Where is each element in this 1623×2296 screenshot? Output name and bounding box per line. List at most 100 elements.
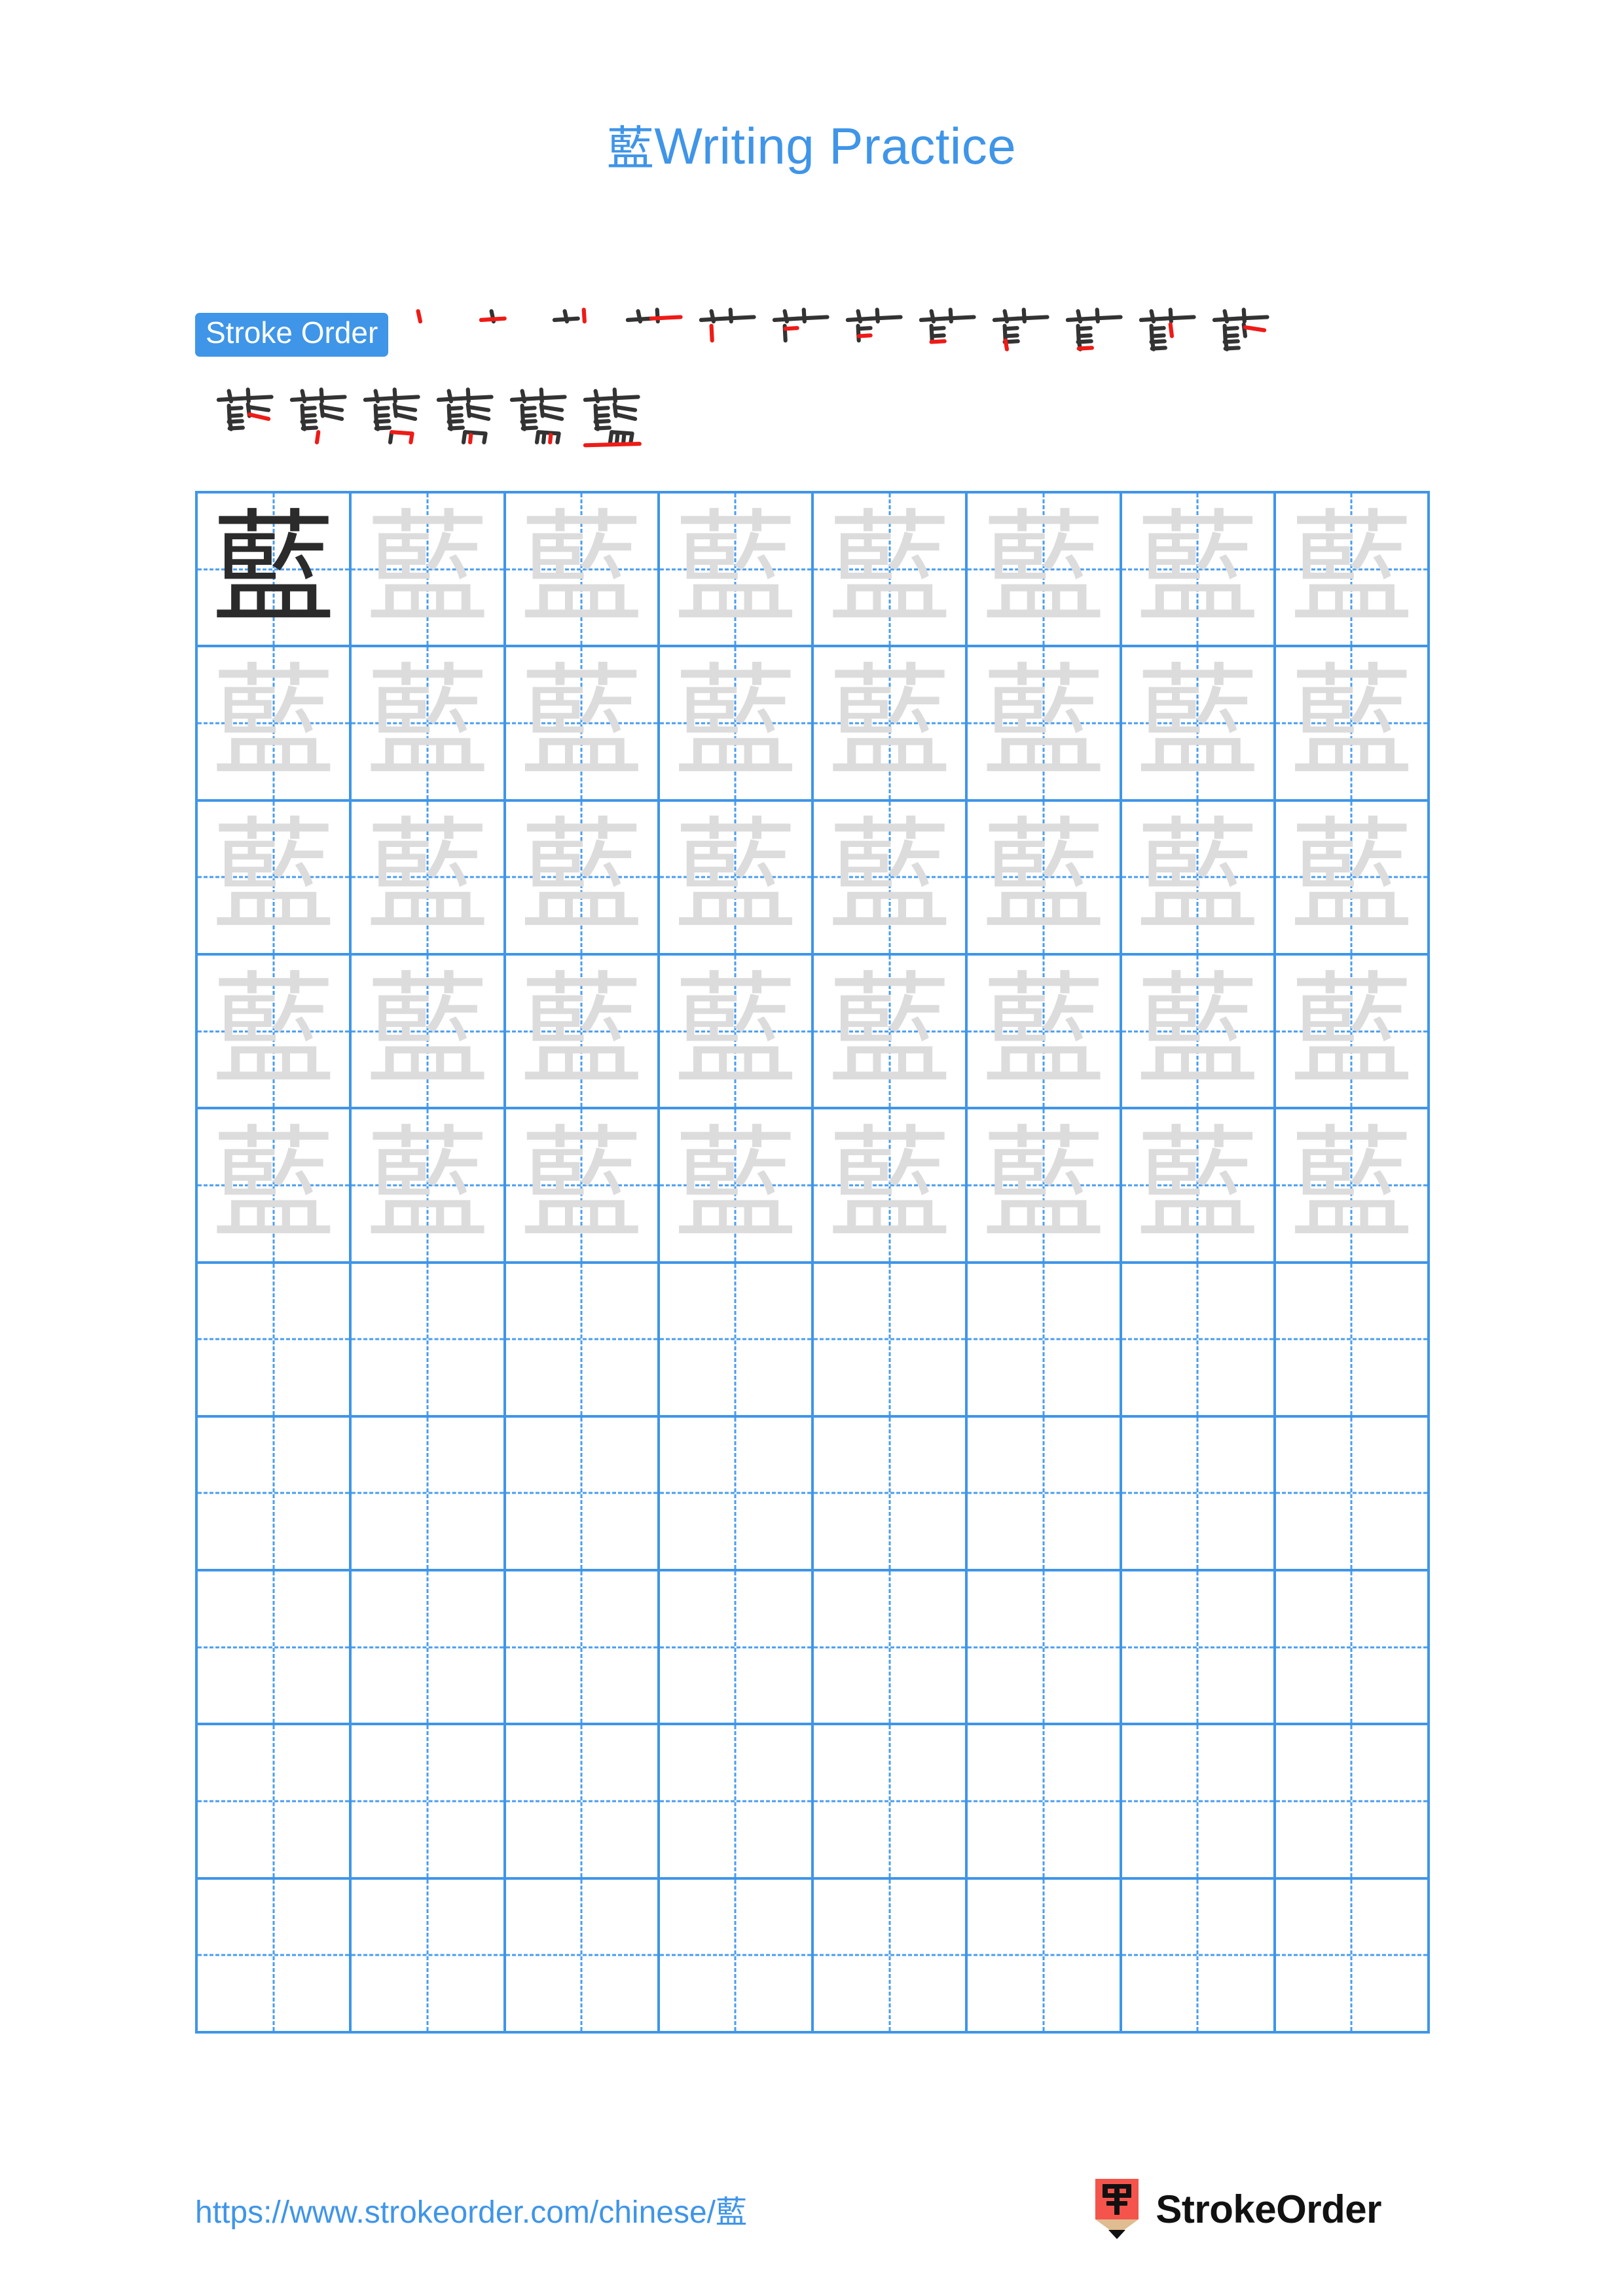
practice-cell-r6-c7[interactable] [1122, 1263, 1276, 1418]
practice-cell-r9-c2[interactable] [352, 1725, 506, 1880]
practice-cell-r2-c7[interactable]: 藍 [1122, 647, 1276, 802]
practice-cell-r10-c1[interactable] [198, 1879, 352, 2034]
practice-cell-r1-c7[interactable]: 藍 [1122, 493, 1276, 648]
practice-cell-r5-c4[interactable]: 藍 [659, 1109, 814, 1264]
trace-character: 藍 [1290, 651, 1413, 795]
practice-cell-r1-c5[interactable]: 藍 [814, 493, 968, 648]
practice-cell-r4-c2[interactable]: 藍 [352, 955, 506, 1110]
practice-cell-r9-c6[interactable] [968, 1725, 1122, 1880]
practice-cell-r9-c3[interactable] [505, 1725, 660, 1880]
practice-cell-r4-c1[interactable]: 藍 [198, 955, 352, 1110]
trace-character: 藍 [520, 1113, 644, 1257]
practice-cell-r8-c4[interactable] [659, 1571, 814, 1726]
trace-character: 藍 [520, 805, 644, 949]
trace-character: 藍 [365, 651, 489, 795]
practice-grid: 藍藍藍藍藍藍藍藍藍藍藍藍藍藍藍藍藍藍藍藍藍藍藍藍藍藍藍藍藍藍藍藍藍藍藍藍藍藍藍藍 [195, 491, 1430, 2034]
practice-cell-r4-c3[interactable]: 藍 [505, 955, 660, 1110]
practice-cell-r3-c5[interactable]: 藍 [814, 801, 968, 956]
trace-character: 藍 [828, 651, 951, 795]
practice-cell-r7-c7[interactable] [1122, 1417, 1276, 1572]
practice-cell-r8-c2[interactable] [352, 1571, 506, 1726]
practice-cell-r7-c5[interactable] [814, 1417, 968, 1572]
practice-cell-r3-c3[interactable]: 藍 [505, 801, 660, 956]
practice-cell-r6-c5[interactable] [814, 1263, 968, 1418]
trace-character: 藍 [211, 651, 335, 795]
practice-cell-r7-c6[interactable] [968, 1417, 1122, 1572]
practice-cell-r1-c4[interactable]: 藍 [659, 493, 814, 648]
practice-cell-r9-c5[interactable] [814, 1725, 968, 1880]
practice-cell-r2-c3[interactable]: 藍 [505, 647, 660, 802]
practice-cell-r3-c4[interactable]: 藍 [659, 801, 814, 956]
practice-cell-r2-c2[interactable]: 藍 [352, 647, 506, 802]
practice-cell-r6-c1[interactable] [198, 1263, 352, 1418]
practice-cell-r10-c5[interactable] [814, 1879, 968, 2034]
practice-cell-r7-c1[interactable] [198, 1417, 352, 1572]
practice-cell-r10-c3[interactable] [505, 1879, 660, 2034]
practice-cell-r6-c8[interactable] [1275, 1263, 1430, 1418]
practice-cell-r5-c8[interactable]: 藍 [1275, 1109, 1430, 1264]
trace-character: 藍 [520, 651, 644, 795]
practice-cell-r3-c8[interactable]: 藍 [1275, 801, 1430, 956]
practice-cell-r9-c1[interactable] [198, 1725, 352, 1880]
practice-cell-r6-c4[interactable] [659, 1263, 814, 1418]
practice-cell-r2-c5[interactable]: 藍 [814, 647, 968, 802]
page-title-text: Writing Practice [654, 117, 1017, 175]
trace-character: 藍 [520, 497, 644, 641]
trace-character: 藍 [1136, 1113, 1260, 1257]
practice-cell-r7-c2[interactable] [352, 1417, 506, 1572]
practice-cell-r2-c6[interactable]: 藍 [968, 647, 1122, 802]
practice-cell-r9-c7[interactable] [1122, 1725, 1276, 1880]
practice-cell-r3-c2[interactable]: 藍 [352, 801, 506, 956]
practice-cell-r4-c8[interactable]: 藍 [1275, 955, 1430, 1110]
practice-cell-r5-c7[interactable]: 藍 [1122, 1109, 1276, 1264]
page-title: 藍Writing Practice [0, 110, 1623, 179]
practice-cell-r10-c2[interactable] [352, 1879, 506, 2034]
practice-cell-r4-c6[interactable]: 藍 [968, 955, 1122, 1110]
practice-cell-r10-c6[interactable] [968, 1879, 1122, 2034]
practice-cell-r5-c1[interactable]: 藍 [198, 1109, 352, 1264]
practice-cell-r10-c7[interactable] [1122, 1879, 1276, 2034]
practice-cell-r5-c3[interactable]: 藍 [505, 1109, 660, 1264]
practice-cell-r5-c5[interactable]: 藍 [814, 1109, 968, 1264]
footer-url-link[interactable]: https://www.strokeorder.com/chinese/藍 [195, 2186, 747, 2232]
trace-character: 藍 [828, 805, 951, 949]
practice-cell-r2-c4[interactable]: 藍 [659, 647, 814, 802]
practice-cell-r9-c8[interactable] [1275, 1725, 1430, 1880]
practice-cell-r2-c1[interactable]: 藍 [198, 647, 352, 802]
practice-cell-r6-c2[interactable] [352, 1263, 506, 1418]
practice-cell-r8-c6[interactable] [968, 1571, 1122, 1726]
stroke-step-9 [983, 302, 1056, 376]
practice-cell-r5-c2[interactable]: 藍 [352, 1109, 506, 1264]
practice-cell-r4-c4[interactable]: 藍 [659, 955, 814, 1110]
practice-cell-r5-c6[interactable]: 藍 [968, 1109, 1122, 1264]
practice-cell-r10-c8[interactable] [1275, 1879, 1430, 2034]
trace-character: 藍 [365, 497, 489, 641]
practice-cell-r1-c8[interactable]: 藍 [1275, 493, 1430, 648]
practice-cell-r3-c7[interactable]: 藍 [1122, 801, 1276, 956]
practice-cell-r8-c8[interactable] [1275, 1571, 1430, 1726]
practice-cell-r4-c7[interactable]: 藍 [1122, 955, 1276, 1110]
practice-cell-r1-c1[interactable]: 藍 [198, 493, 352, 648]
trace-character: 藍 [1136, 497, 1260, 641]
practice-cell-r10-c4[interactable] [659, 1879, 814, 2034]
practice-cell-r1-c6[interactable]: 藍 [968, 493, 1122, 648]
practice-cell-r1-c2[interactable]: 藍 [352, 493, 506, 648]
practice-cell-r8-c5[interactable] [814, 1571, 968, 1726]
trace-character: 藍 [1290, 1113, 1413, 1257]
practice-cell-r3-c6[interactable]: 藍 [968, 801, 1122, 956]
practice-cell-r1-c3[interactable]: 藍 [505, 493, 660, 648]
practice-cell-r7-c8[interactable] [1275, 1417, 1430, 1572]
practice-cell-r8-c3[interactable] [505, 1571, 660, 1726]
practice-cell-r7-c4[interactable] [659, 1417, 814, 1572]
practice-cell-r9-c4[interactable] [659, 1725, 814, 1880]
practice-cell-r6-c3[interactable] [505, 1263, 660, 1418]
practice-cell-r8-c1[interactable] [198, 1571, 352, 1726]
practice-cell-r6-c6[interactable] [968, 1263, 1122, 1418]
trace-character: 藍 [1136, 651, 1260, 795]
practice-cell-r4-c5[interactable]: 藍 [814, 955, 968, 1110]
practice-cell-r2-c8[interactable]: 藍 [1275, 647, 1430, 802]
practice-cell-r7-c3[interactable] [505, 1417, 660, 1572]
practice-cell-r8-c7[interactable] [1122, 1571, 1276, 1726]
stroke-step-11 [1129, 302, 1203, 376]
practice-cell-r3-c1[interactable]: 藍 [198, 801, 352, 956]
